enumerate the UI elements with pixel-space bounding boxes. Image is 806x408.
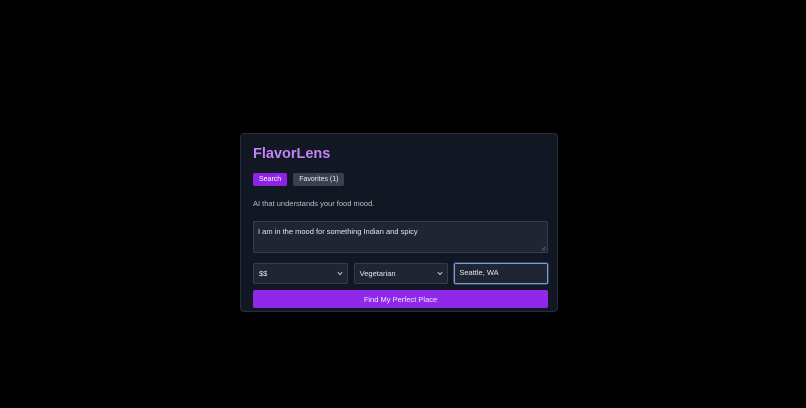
tagline: AI that understands your food mood. (253, 199, 375, 208)
find-place-button[interactable]: Find My Perfect Place (253, 290, 548, 308)
mood-query-textarea[interactable]: I am in the mood for something Indian an… (253, 221, 548, 253)
location-input[interactable]: Seattle, WA (454, 263, 549, 284)
tab-favorites[interactable]: Favorites (1) (293, 173, 345, 186)
price-select[interactable]: $$ (253, 263, 348, 284)
tab-search[interactable]: Search (253, 173, 288, 186)
diet-select[interactable]: Vegetarian (353, 263, 449, 284)
chevron-down-icon (337, 271, 343, 276)
chevron-down-icon (437, 271, 443, 276)
price-select-value: $$ (259, 269, 268, 278)
location-input-value: Seattle, WA (459, 268, 499, 277)
resize-grip-icon[interactable] (541, 246, 546, 251)
tab-bar: Search Favorites (1) (253, 173, 546, 186)
diet-select-value: Vegetarian (359, 269, 396, 278)
app-title: FlavorLens (253, 146, 331, 162)
mood-query-text: I am in the mood for something Indian an… (258, 227, 418, 236)
search-card: FlavorLens Search Favorites (1) AI that … (240, 133, 558, 312)
filter-row: $$ Vegetarian Seattle, WA (253, 263, 549, 284)
